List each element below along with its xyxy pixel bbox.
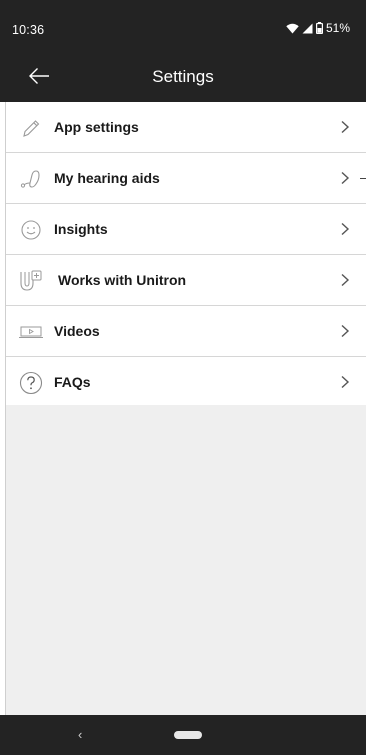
menu-item-label: My hearing aids [54,170,160,186]
connector-line [360,178,366,179]
menu-item-works-with-unitron[interactable]: Works with Unitron [6,255,366,306]
pencil-icon [18,115,44,141]
menu-item-my-hearing-aids[interactable]: My hearing aids [6,153,366,204]
menu-item-label: App settings [54,119,139,135]
hearing-aid-icon [18,166,44,192]
menu-item-videos[interactable]: Videos [6,306,366,357]
menu-item-label: Works with Unitron [58,272,187,288]
empty-content-area [6,405,366,715]
video-icon [18,319,44,345]
settings-list: App settings My hearing aids Insights Wo… [6,102,366,408]
menu-item-app-settings[interactable]: App settings [6,102,366,153]
menu-item-label: Insights [54,221,108,237]
phone-screen: 10:36 51% Settings App settings My heari… [0,0,366,755]
nav-home-pill[interactable] [174,731,202,739]
chevron-right-icon [340,171,350,185]
menu-item-label: Videos [54,323,100,339]
smiley-icon [18,217,44,243]
menu-item-faqs[interactable]: FAQs [6,357,366,408]
app-bar: Settings [0,58,366,102]
chevron-right-icon [340,120,350,134]
question-icon [18,370,44,396]
chevron-right-icon [340,375,350,389]
status-time: 10:36 [12,23,45,37]
page-title: Settings [152,67,214,86]
status-bar: 10:36 51% [0,0,366,58]
battery-icon [315,22,323,34]
system-nav-bar: ‹ [0,715,366,755]
wifi-icon [286,23,299,34]
menu-item-insights[interactable]: Insights [6,204,366,255]
battery-percent: 51% [325,21,350,35]
chevron-right-icon [340,324,350,338]
chevron-right-icon [340,222,350,236]
unitron-icon [18,268,44,294]
chevron-right-icon [340,273,350,287]
status-icons: 51% [286,21,350,35]
nav-back-icon[interactable]: ‹ [78,727,82,742]
cell-signal-icon [302,23,313,34]
menu-item-label: FAQs [54,374,91,390]
